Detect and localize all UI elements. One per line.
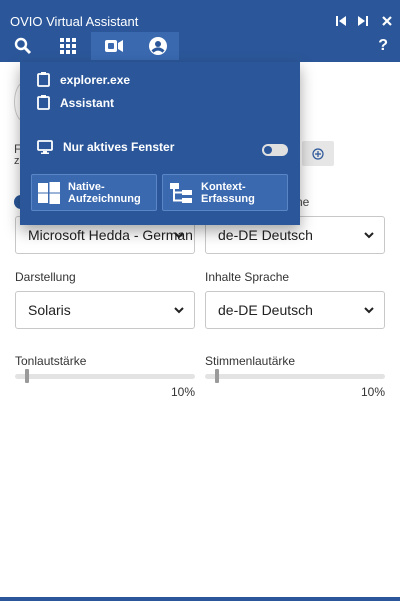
list-item-explorer[interactable]: explorer.exe xyxy=(37,72,130,87)
active-window-toggle[interactable] xyxy=(262,144,288,156)
voice-volume-label: Stimmenlautärke xyxy=(205,354,296,368)
hierarchy-icon xyxy=(170,182,192,203)
native-recording-button[interactable]: Native- Aufzeichnung xyxy=(31,174,157,211)
video-camera-icon xyxy=(105,39,123,58)
plus-circle-icon xyxy=(312,147,324,160)
content-language-select[interactable]: de-DE Deutsch xyxy=(205,291,385,329)
context-capture-label: Kontext- Erfassung xyxy=(201,180,255,205)
content-language-label: Inhalte Sprache xyxy=(205,270,290,284)
tone-volume-label: Tonlautstärke xyxy=(15,354,87,368)
active-window-option: Nur aktives Fenster xyxy=(37,140,174,154)
list-item-label: Assistant xyxy=(60,95,115,110)
bottom-bar xyxy=(0,597,400,601)
display-select-value: Solaris xyxy=(28,302,71,318)
peek-text-2: z xyxy=(14,155,20,167)
help-button[interactable]: ? xyxy=(378,37,388,55)
skip-back-icon[interactable] xyxy=(334,14,348,28)
active-window-label: Nur aktives Fenster xyxy=(63,140,175,154)
windows-logo-icon xyxy=(38,181,60,204)
voice-volume-slider-thumb[interactable] xyxy=(215,369,219,383)
list-item-assistant[interactable]: Assistant xyxy=(37,95,114,110)
add-button[interactable] xyxy=(302,141,334,166)
chevron-down-icon xyxy=(174,307,184,314)
voice-volume-slider[interactable] xyxy=(205,374,385,379)
monitor-icon xyxy=(37,140,53,154)
tone-volume-value: 10% xyxy=(171,385,196,399)
window-title: OVIO Virtual Assistant xyxy=(10,14,139,29)
clipboard-icon xyxy=(37,72,50,87)
tone-volume-slider[interactable] xyxy=(15,374,195,379)
display-select[interactable]: Solaris xyxy=(15,291,195,329)
chevron-down-icon xyxy=(364,232,374,239)
content-language-value: de-DE Deutsch xyxy=(218,302,313,318)
grid-icon[interactable] xyxy=(53,32,83,60)
toggle-knob xyxy=(264,146,272,154)
clipboard-icon xyxy=(37,95,50,110)
title-bar: OVIO Virtual Assistant ? xyxy=(0,0,400,62)
tone-volume-slider-thumb[interactable] xyxy=(25,369,29,383)
chevron-down-icon xyxy=(364,307,374,314)
chevron-down-icon xyxy=(174,232,184,239)
voice-volume-value: 10% xyxy=(361,385,386,399)
skip-forward-icon[interactable] xyxy=(356,14,370,28)
native-recording-label: Native- Aufzeichnung xyxy=(68,180,141,205)
context-capture-button[interactable]: Kontext- Erfassung xyxy=(162,174,288,211)
search-icon[interactable] xyxy=(8,32,38,60)
list-item-label: explorer.exe xyxy=(60,72,131,87)
user-circle-icon[interactable] xyxy=(143,32,173,60)
voice-select-value: Microsoft Hedda - German (Germany) xyxy=(28,227,194,243)
voice-language-value: de-DE Deutsch xyxy=(218,227,313,243)
capture-source-panel: explorer.exe Assistant Nur aktives Fenst… xyxy=(20,62,300,225)
close-icon[interactable] xyxy=(380,14,394,28)
display-label: Darstellung xyxy=(15,270,76,284)
